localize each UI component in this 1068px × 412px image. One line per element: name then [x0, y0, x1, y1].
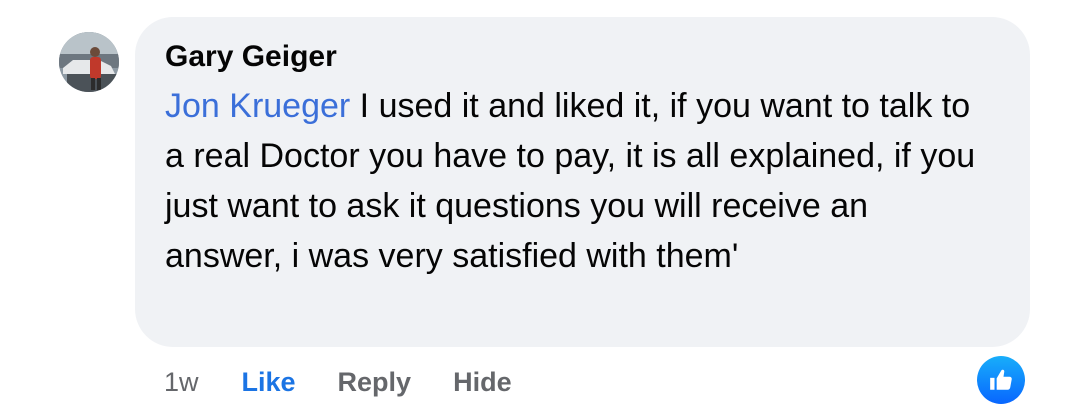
reply-button[interactable]: Reply — [338, 367, 412, 398]
avatar-photo — [59, 32, 119, 92]
like-reaction-badge[interactable] — [977, 356, 1025, 404]
avatar[interactable] — [59, 32, 119, 92]
comment-body: Jon Krueger I used it and liked it, if y… — [165, 81, 985, 281]
like-button[interactable]: Like — [242, 367, 296, 398]
comment-bubble: Gary Geiger Jon Krueger I used it and li… — [135, 17, 1030, 347]
hide-button[interactable]: Hide — [453, 367, 512, 398]
comment-timestamp[interactable]: 1w — [164, 367, 199, 398]
comment-actions: 1w Like Reply Hide — [164, 364, 512, 400]
thumbs-up-icon — [990, 369, 1012, 390]
mention-link[interactable]: Jon Krueger — [165, 87, 350, 125]
comment-author[interactable]: Gary Geiger — [165, 39, 337, 75]
